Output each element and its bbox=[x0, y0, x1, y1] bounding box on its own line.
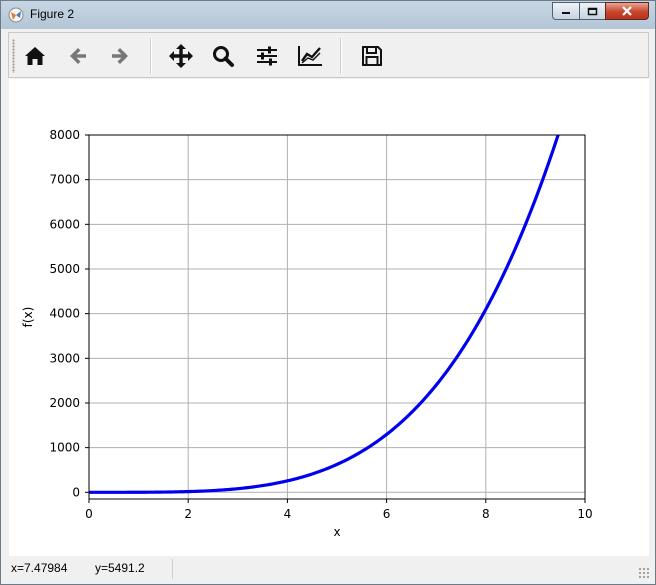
x-tick-label: 0 bbox=[85, 507, 93, 521]
window-title: Figure 2 bbox=[30, 7, 75, 21]
resize-grip[interactable] bbox=[638, 567, 650, 579]
pan-move-icon bbox=[169, 44, 193, 68]
y-tick-label: 0 bbox=[72, 485, 80, 499]
x-tick-label: 2 bbox=[184, 507, 192, 521]
forward-arrow-icon bbox=[112, 48, 128, 64]
y-tick-label: 6000 bbox=[49, 217, 80, 231]
toolbar-grip[interactable] bbox=[12, 39, 15, 73]
x-tick-label: 4 bbox=[284, 507, 292, 521]
toolbar-separator bbox=[340, 38, 342, 74]
navigation-toolbar bbox=[8, 32, 649, 78]
zoom-button[interactable] bbox=[207, 40, 239, 72]
figure-canvas[interactable]: 0 2 4 6 8 10 0 1000 2000 3000 4000 5000 6000 7000 8000… bbox=[9, 79, 649, 556]
close-icon bbox=[622, 6, 632, 16]
title-bar[interactable]: Figure 2 bbox=[1, 1, 655, 29]
grid-lines bbox=[88, 134, 586, 499]
y-axis-label: f(x) bbox=[21, 307, 35, 328]
subplots-sliders-icon bbox=[257, 46, 277, 66]
status-bar: x=7.47984 y=5491.2 bbox=[2, 557, 654, 583]
minimize-icon bbox=[562, 12, 570, 14]
x-tick-label: 6 bbox=[383, 507, 391, 521]
maximize-button[interactable] bbox=[579, 2, 605, 20]
data-series-layer bbox=[89, 135, 560, 494]
figure-window: Figure 2 0 2 4 6 8 10 0 1000 2000 3000 4… bbox=[0, 0, 656, 585]
edit-axis-lines-icon bbox=[298, 46, 322, 66]
y-tick-label: 3000 bbox=[49, 351, 80, 365]
minimize-button[interactable] bbox=[552, 2, 579, 20]
pan-button[interactable] bbox=[165, 40, 197, 72]
x-tick-label: 8 bbox=[482, 507, 490, 521]
axis-ticks: 0 2 4 6 8 10 0 1000 2000 3000 4000 5000 6000 7000 8000 bbox=[49, 128, 592, 521]
zoom-magnifier-icon bbox=[213, 46, 234, 67]
app-icon bbox=[8, 7, 24, 23]
home-button[interactable] bbox=[19, 40, 51, 72]
y-tick-label: 8000 bbox=[49, 128, 80, 142]
line-chart[interactable]: 0 2 4 6 8 10 0 1000 2000 3000 4000 5000 6000 7000 8000… bbox=[9, 79, 649, 556]
configure-subplots-button[interactable] bbox=[251, 40, 283, 72]
maximize-icon bbox=[587, 7, 598, 15]
y-tick-label: 4000 bbox=[49, 307, 80, 321]
x-tick-label: 10 bbox=[577, 507, 592, 521]
cursor-y-readout: y=5491.2 bbox=[95, 561, 145, 575]
back-arrow-icon bbox=[70, 48, 86, 64]
save-button[interactable] bbox=[356, 40, 388, 72]
edit-axis-button[interactable] bbox=[294, 40, 326, 72]
axes-frame bbox=[88, 134, 586, 500]
y-tick-label: 1000 bbox=[49, 441, 80, 455]
y-tick-label: 2000 bbox=[49, 396, 80, 410]
home-icon bbox=[25, 47, 45, 65]
y-tick-label: 5000 bbox=[49, 262, 80, 276]
save-floppy-icon bbox=[362, 46, 382, 66]
close-button[interactable] bbox=[605, 2, 649, 20]
back-button[interactable] bbox=[62, 40, 94, 72]
series-line-fx bbox=[89, 135, 560, 494]
status-separator bbox=[172, 559, 173, 579]
window-controls bbox=[552, 2, 649, 22]
forward-button[interactable] bbox=[104, 40, 136, 72]
y-tick-label: 7000 bbox=[49, 173, 80, 187]
cursor-x-readout: x=7.47984 bbox=[11, 561, 68, 575]
toolbar-separator bbox=[150, 38, 152, 74]
x-axis-label: x bbox=[333, 525, 340, 539]
